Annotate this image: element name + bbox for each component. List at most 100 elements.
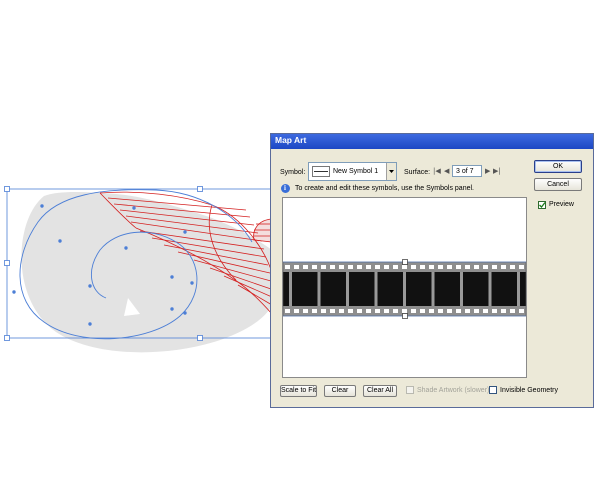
preview-label: Preview <box>549 201 574 208</box>
uv-handle-top <box>402 259 408 265</box>
film-perforation <box>339 265 344 269</box>
film-perforation <box>285 309 290 313</box>
film-perforation <box>483 309 488 313</box>
film-frame-divider <box>374 272 378 306</box>
film-perforation <box>492 265 497 269</box>
first-surface-icon[interactable]: |◀ <box>433 167 441 175</box>
film-perforation <box>294 265 299 269</box>
film-perforation <box>366 309 371 313</box>
film-perforation <box>393 265 398 269</box>
checkmark-icon <box>539 202 546 208</box>
film-perforation <box>339 309 344 313</box>
film-perforation <box>474 265 479 269</box>
film-perforation <box>285 265 290 269</box>
film-perforation <box>375 265 380 269</box>
film-perforation <box>456 265 461 269</box>
dialog-titlebar[interactable]: Map Art <box>271 134 593 149</box>
map-art-dialog: Map Art Symbol: New Symbol 1 Surface: |◀… <box>270 133 594 408</box>
film-perforation <box>438 265 443 269</box>
film-perforation <box>447 265 452 269</box>
film-perforation <box>330 309 335 313</box>
symbol-dropdown[interactable]: New Symbol 1 <box>308 162 397 181</box>
film-perforation <box>510 309 515 313</box>
clear-all-button[interactable]: Clear All <box>363 385 397 397</box>
film-perforation <box>321 265 326 269</box>
bbox-handle-tl[interactable] <box>4 186 10 192</box>
surface-label: Surface: <box>404 169 431 176</box>
previous-surface-icon[interactable]: ◀ <box>444 167 449 175</box>
cancel-button[interactable]: Cancel <box>534 178 582 191</box>
film-perforation <box>375 309 380 313</box>
film-strip-art <box>283 259 526 319</box>
film-perforation <box>303 265 308 269</box>
film-frame-divider <box>346 272 349 306</box>
invisible-geometry-checkbox[interactable] <box>489 386 497 394</box>
last-surface-icon[interactable]: ▶| <box>493 167 501 175</box>
film-frame-divider <box>460 272 463 306</box>
film-perforation <box>519 309 524 313</box>
film-perforation <box>438 309 443 313</box>
film-perforation <box>474 309 479 313</box>
film-frame-divider <box>431 272 435 306</box>
film-perforation <box>357 309 362 313</box>
film-perforation <box>492 309 497 313</box>
surface-field[interactable]: 3 of 7 <box>452 165 482 177</box>
shade-artwork-label: Shade Artwork (slower) <box>417 387 490 394</box>
film-perforation <box>348 309 353 313</box>
film-perforation <box>321 309 326 313</box>
next-surface-icon[interactable]: ▶ <box>485 167 490 175</box>
info-text: To create and edit these symbols, use th… <box>295 185 474 192</box>
film-perforation <box>420 309 425 313</box>
bbox-handle-ml[interactable] <box>4 260 10 266</box>
film-perforation <box>330 265 335 269</box>
invisible-geometry-label: Invisible Geometry <box>500 387 558 394</box>
symbol-value: New Symbol 1 <box>333 168 379 175</box>
film-perforation <box>357 265 362 269</box>
info-icon: i <box>281 184 290 193</box>
film-perforation <box>465 309 470 313</box>
film-perforation <box>429 309 434 313</box>
film-perforation <box>447 309 452 313</box>
dialog-title: Map Art <box>275 135 307 145</box>
film-frame-divider <box>403 272 406 306</box>
revolved-shape-fill <box>21 192 272 353</box>
film-perforation <box>312 265 317 269</box>
film-frame-divider <box>317 272 321 306</box>
film-perforation <box>411 309 416 313</box>
film-perforation <box>501 309 506 313</box>
symbol-swatch-icon <box>312 166 330 177</box>
film-perforation <box>384 309 389 313</box>
film-perforation <box>483 265 488 269</box>
bbox-handle-bm[interactable] <box>197 335 203 341</box>
surface-value: 3 of 7 <box>456 168 474 175</box>
shade-artwork-checkbox[interactable] <box>406 386 414 394</box>
clear-button[interactable]: Clear <box>324 385 356 397</box>
film-perforation <box>348 265 353 269</box>
uv-handle-bottom <box>402 313 408 319</box>
film-perforation <box>303 309 308 313</box>
film-perforation <box>501 265 506 269</box>
bbox-handle-bl[interactable] <box>4 335 10 341</box>
film-perforation <box>402 309 407 313</box>
film-frame-divider <box>488 272 492 306</box>
film-perforation <box>465 265 470 269</box>
film-perforation <box>393 309 398 313</box>
film-perforation <box>510 265 515 269</box>
film-perforation <box>411 265 416 269</box>
film-perforation <box>366 265 371 269</box>
map-art-preview[interactable] <box>282 197 527 378</box>
film-frame-divider <box>517 272 520 306</box>
chevron-down-icon[interactable] <box>386 163 396 180</box>
ok-button[interactable]: OK <box>534 160 582 173</box>
scale-to-fit-button[interactable]: Scale to Fit <box>280 385 317 397</box>
symbol-label: Symbol: <box>280 169 306 176</box>
film-perforation <box>384 265 389 269</box>
film-perforation <box>420 265 425 269</box>
film-perforation <box>429 265 434 269</box>
film-perforation <box>312 309 317 313</box>
film-perforation <box>519 265 524 269</box>
bbox-handle-tm[interactable] <box>197 186 203 192</box>
film-perforation <box>456 309 461 313</box>
preview-checkbox[interactable] <box>538 201 546 209</box>
film-perforation <box>402 265 407 269</box>
